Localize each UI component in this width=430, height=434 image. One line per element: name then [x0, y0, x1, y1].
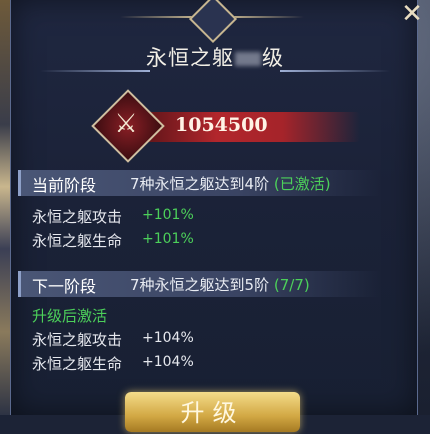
- next-stage-progress: (7/7): [273, 276, 310, 294]
- next-stat-value-hp: +104%: [142, 354, 194, 370]
- panel-title: 永恒之躯 级: [0, 42, 430, 72]
- ornament-line-right: [228, 16, 304, 18]
- sword-emblem-icon: ⚔: [114, 109, 138, 139]
- next-stat-name-attack: 永恒之躯攻击: [32, 331, 123, 349]
- current-stat-name-hp: 永恒之躯生命: [32, 232, 123, 250]
- current-stat-value-attack: +101%: [142, 207, 194, 223]
- upgrade-button[interactable]: 升级: [125, 392, 300, 432]
- close-icon[interactable]: ✕: [398, 0, 426, 28]
- current-stat-value-hp: +101%: [142, 231, 194, 247]
- next-stat-value-attack: +104%: [142, 330, 194, 346]
- next-stage-label: 下一阶段: [32, 277, 97, 296]
- next-stat-name-hp: 永恒之躯生命: [32, 355, 123, 373]
- next-stage-description: 7种永恒之躯达到5阶 (7/7): [130, 274, 310, 295]
- title-flourish-left: [40, 70, 150, 72]
- current-stage-label: 当前阶段: [32, 176, 97, 195]
- title-prefix: 永恒之躯: [146, 46, 234, 70]
- next-stage-requirement: 7种永恒之躯达到5阶: [130, 276, 270, 294]
- current-stage-requirement: 7种永恒之躯达到4阶: [130, 175, 270, 193]
- current-stat-name-attack: 永恒之躯攻击: [32, 208, 123, 226]
- title-flourish-right: [280, 70, 390, 72]
- power-value: 1054500: [175, 114, 268, 136]
- current-stage-status: (已激活): [273, 175, 331, 193]
- activate-note: 升级后激活: [32, 307, 108, 325]
- current-stage-description: 7种永恒之躯达到4阶 (已激活): [130, 173, 331, 194]
- title-obscured-level: [235, 52, 261, 66]
- title-suffix: 级: [262, 46, 284, 70]
- ornament-line-left: [120, 16, 196, 18]
